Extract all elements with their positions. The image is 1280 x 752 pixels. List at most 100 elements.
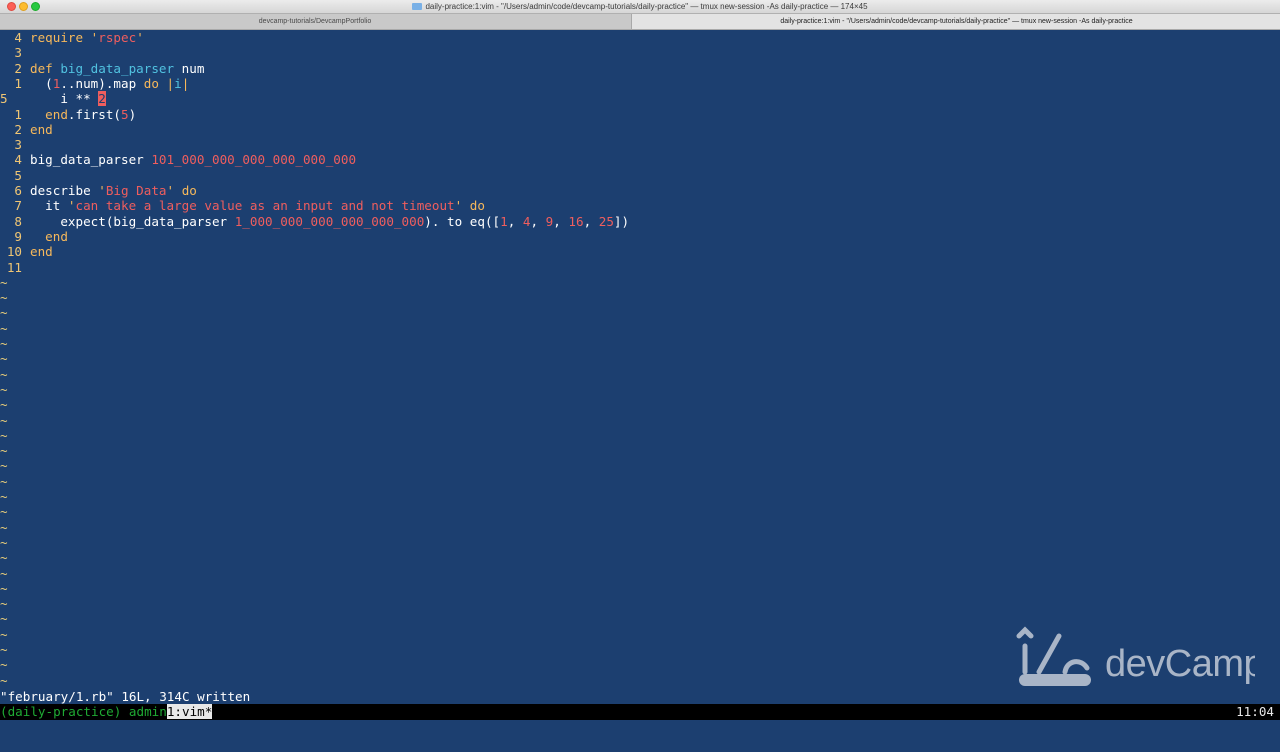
empty-line-marker: ~ <box>0 274 8 290</box>
code-token: ' <box>454 198 470 214</box>
empty-line-marker: ~ <box>0 381 8 397</box>
code-token: ' <box>166 183 182 198</box>
tab-daily-practice[interactable]: daily-practice:1:vim - "/Users/admin/cod… <box>631 14 1280 29</box>
code-token: expect(big_data_parser <box>30 213 235 229</box>
code-token: num <box>174 60 205 76</box>
code-line[interactable]: 3 <box>0 137 30 152</box>
line-number: 1 <box>14 106 22 122</box>
code-text: describe 'Big Data' do <box>30 183 197 198</box>
empty-line-marker: ~ <box>0 443 8 459</box>
code-token: 1_000_000_000_000_000_000 <box>234 213 425 229</box>
tmux-session-name: (daily-practice) <box>0 704 129 719</box>
tmux-clock: 11:04 <box>1236 704 1274 719</box>
empty-line-marker: ~ <box>0 519 8 535</box>
line-number: 5 <box>14 167 22 183</box>
tmux-status-bar: (daily-practice) admin1:vim* 11:04 <box>0 704 1280 720</box>
code-line[interactable]: 4 require 'rspec' <box>0 30 143 45</box>
code-token: 101_000_000_000_000_000_000 <box>151 152 357 168</box>
line-number: 4 <box>14 30 22 45</box>
line-number: 7 <box>14 198 22 214</box>
line-number: 8 <box>14 213 22 229</box>
empty-line-marker: ~ <box>0 458 8 474</box>
empty-line-marker: ~ <box>0 580 8 596</box>
code-token: i <box>174 75 182 91</box>
folder-icon <box>412 3 423 10</box>
vim-message-line: "february/1.rb" 16L, 314C written <box>0 689 251 704</box>
code-line[interactable]: 1 (1..num).map do |i| <box>0 76 189 91</box>
empty-line-marker: ~ <box>0 642 8 657</box>
line-number: 2 <box>14 60 22 76</box>
empty-line-marker: ~ <box>0 412 8 428</box>
code-token: 5 <box>121 106 129 122</box>
tmux-user: admin <box>128 704 167 719</box>
code-line[interactable]: 5 <box>0 168 30 183</box>
tab-devcamp-portfolio[interactable]: devcamp-tutorials/DevcampPortfolio <box>0 14 630 29</box>
code-token: , <box>530 213 546 229</box>
code-line[interactable]: 11 <box>0 260 30 275</box>
code-text: end <box>30 229 68 244</box>
empty-line-marker: ~ <box>0 504 8 520</box>
code-token: | <box>181 75 190 91</box>
code-token: can take a large value as an input and n… <box>75 198 455 214</box>
code-text: (1..num).map do |i| <box>30 76 189 91</box>
code-line[interactable]: 2 def big_data_parser num <box>0 61 204 76</box>
code-line[interactable]: 9 end <box>0 229 68 244</box>
code-line[interactable]: 7 it 'can take a large value as an input… <box>0 198 485 213</box>
code-token: , <box>553 213 569 229</box>
empty-line-marker: ~ <box>0 489 8 504</box>
empty-line-marker: ~ <box>0 534 8 550</box>
code-token: ' <box>98 183 106 198</box>
code-token: big_data_parser <box>60 60 175 76</box>
line-number: 2 <box>14 121 22 137</box>
code-line[interactable]: 2 end <box>0 121 53 137</box>
code-token: ). to eq([ <box>424 213 501 229</box>
code-text: def big_data_parser num <box>30 61 204 76</box>
empty-line-marker: ~ <box>0 550 8 566</box>
line-number: 3 <box>14 137 22 153</box>
code-token: ]) <box>613 213 630 229</box>
code-text: end <box>30 122 53 137</box>
line-number: 10 <box>6 244 22 260</box>
code-token: end <box>30 244 53 260</box>
empty-line-marker: ~ <box>0 320 8 336</box>
code-token: | <box>158 75 175 91</box>
code-token: i ** <box>30 91 99 107</box>
tmux-window-current[interactable]: 1:vim* <box>166 704 213 719</box>
code-token: it <box>30 198 68 214</box>
code-line[interactable]: 5 i ** 2 <box>0 91 106 107</box>
empty-line-marker: ~ <box>0 672 8 688</box>
line-number: 9 <box>14 228 22 244</box>
code-line[interactable]: 1 end.first(5) <box>0 107 136 122</box>
code-text: end <box>30 244 53 259</box>
code-token: 1 <box>500 213 508 229</box>
code-text: end.first(5) <box>30 107 136 122</box>
empty-line-marker: ~ <box>0 336 8 351</box>
line-number: 6 <box>14 183 22 198</box>
wrench-hammer-icon <box>1016 626 1091 686</box>
code-token: ( <box>30 75 53 91</box>
code-line[interactable]: 10 end <box>0 244 53 259</box>
code-line[interactable]: 3 <box>0 45 30 60</box>
code-token: def <box>30 60 61 76</box>
code-token: end <box>45 228 68 244</box>
code-token: ) <box>128 106 137 122</box>
empty-line-marker: ~ <box>0 290 8 306</box>
code-line[interactable]: 6 describe 'Big Data' do <box>0 183 197 198</box>
code-token: end <box>45 106 68 122</box>
code-line[interactable]: 8 expect(big_data_parser 1_000_000_000_0… <box>0 214 629 229</box>
window-title-bar: daily-practice:1:vim - "/Users/admin/cod… <box>0 0 1280 14</box>
watermark-text: devCamp <box>1105 643 1255 685</box>
empty-line-marker: ~ <box>0 305 8 321</box>
code-token: require <box>30 30 91 45</box>
code-token: describe <box>30 183 99 198</box>
code-line[interactable]: 4 big_data_parser 101_000_000_000_000_000… <box>0 152 356 167</box>
line-number: 11 <box>6 259 22 275</box>
window-title-text: daily-practice:1:vim - "/Users/admin/cod… <box>425 2 868 11</box>
empty-line-marker: ~ <box>0 657 8 673</box>
empty-line-marker: ~ <box>0 397 8 413</box>
code-text: it 'can take a large value as an input a… <box>30 198 485 213</box>
line-number: 4 <box>14 152 22 168</box>
empty-line-marker: ~ <box>0 366 8 382</box>
